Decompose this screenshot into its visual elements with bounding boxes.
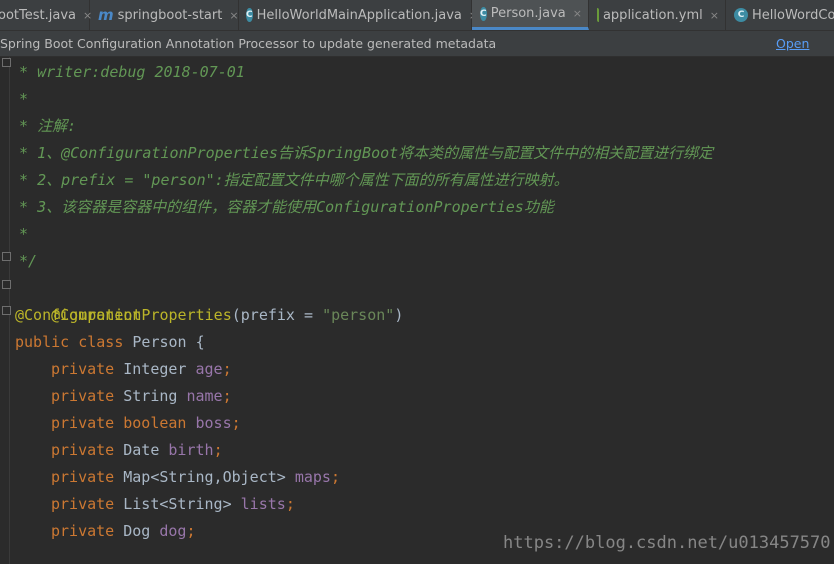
editor-tab-bar: ootTest.java × m springboot-start × C He… xyxy=(0,0,834,31)
field-type: Date xyxy=(114,441,169,459)
field-type-space xyxy=(186,414,195,432)
annotation-args-open: (prefix = xyxy=(231,306,323,324)
annotation-args-close: ) xyxy=(394,306,404,324)
tab-label: springboot-start xyxy=(117,7,223,23)
private-keyword: private xyxy=(51,468,115,486)
field-type: String xyxy=(114,387,187,405)
public-class-keyword: public class xyxy=(15,333,124,351)
tab-springboot-start[interactable]: m springboot-start × xyxy=(90,0,239,30)
field-name: birth xyxy=(168,441,214,459)
code-line-field: private boolean boss; xyxy=(51,410,241,437)
close-icon[interactable]: × xyxy=(229,9,238,22)
tab-application-yml[interactable]: application.yml × xyxy=(589,0,726,30)
notification-message: Spring Boot Configuration Annotation Pro… xyxy=(0,36,497,51)
tab-label: Person.java xyxy=(490,6,566,21)
private-keyword: private xyxy=(51,495,115,513)
field-type: Integer xyxy=(114,360,196,378)
watermark-url: https://blog.csdn.net/u013457570 xyxy=(503,533,831,553)
code-line-comment: * 3、该容器是容器中的组件，容器才能使用ConfigurationProper… xyxy=(10,198,554,216)
tab-person-java[interactable]: C Person.java × xyxy=(472,0,589,30)
field-type: Dog xyxy=(114,522,160,540)
tab-label: HelloWorldMainApplication.java xyxy=(256,7,462,23)
code-line-field: private Integer age; xyxy=(51,356,232,383)
field-type-space xyxy=(114,414,123,432)
code-line-field: private Map<String,Object> maps; xyxy=(51,464,340,491)
class-name: Person { xyxy=(123,333,205,351)
fold-marker[interactable] xyxy=(2,280,11,289)
code-line-comment: * writer:debug 2018-07-01 xyxy=(10,63,245,81)
class-icon: C xyxy=(734,8,748,22)
field-name: lists xyxy=(240,495,286,513)
field-name: boss xyxy=(195,414,232,432)
class-icon: C xyxy=(246,8,253,22)
code-line-field: private String name; xyxy=(51,383,232,410)
tab-hellowordcon[interactable]: C HelloWordCon xyxy=(726,0,834,30)
field-type: Map<String,Object> xyxy=(114,468,295,486)
class-icon: C xyxy=(480,6,487,21)
tab-label: HelloWordCon xyxy=(752,7,834,23)
boolean-keyword: boolean xyxy=(123,414,187,432)
code-line-comment: * xyxy=(10,225,29,243)
semicolon: ; xyxy=(186,522,196,540)
private-keyword: private xyxy=(51,387,115,405)
tab-boottest[interactable]: ootTest.java × xyxy=(0,0,92,30)
code-line-annotation: @ConfigurationProperties(prefix = "perso… xyxy=(15,302,403,329)
code-line-comment: * 注解: xyxy=(10,117,77,135)
code-line-comment: * 2、prefix = "person":指定配置文件中哪个属性下面的所有属性… xyxy=(10,171,569,189)
semicolon: ; xyxy=(330,468,340,486)
close-icon[interactable]: × xyxy=(573,7,582,20)
semicolon: ; xyxy=(231,414,241,432)
code-line-field: private Dog dog; xyxy=(51,518,196,545)
annotation-configuration-properties: @ConfigurationProperties xyxy=(15,306,232,324)
field-name: dog xyxy=(159,522,187,540)
close-icon[interactable]: × xyxy=(710,9,719,22)
code-line-field: private List<String> lists; xyxy=(51,491,295,518)
private-keyword: private xyxy=(51,441,115,459)
tab-helloworld-main-application[interactable]: C HelloWorldMainApplication.java × xyxy=(239,0,478,30)
code-line-field: private Date birth; xyxy=(51,437,223,464)
field-name: maps xyxy=(294,468,331,486)
field-type: List<String> xyxy=(114,495,241,513)
semicolon: ; xyxy=(285,495,295,513)
semicolon: ; xyxy=(222,387,232,405)
semicolon: ; xyxy=(222,360,232,378)
prefix-string: "person" xyxy=(322,306,395,324)
field-name: name xyxy=(186,387,223,405)
tab-label: ootTest.java xyxy=(0,7,76,23)
maven-icon: m xyxy=(98,6,114,24)
code-line-comment: * 1、@ConfigurationProperties告诉SpringBoot… xyxy=(10,144,714,162)
semicolon: ; xyxy=(213,441,223,459)
code-editor[interactable]: * writer:debug 2018-07-01 * * 注解: * 1、@C… xyxy=(0,57,834,564)
code-line-annotation: @Component xyxy=(15,275,141,324)
spring-icon xyxy=(597,8,599,22)
field-name: age xyxy=(195,360,223,378)
private-keyword: private xyxy=(51,522,115,540)
notification-bar: Spring Boot Configuration Annotation Pro… xyxy=(0,31,834,76)
code-line-comment: * xyxy=(10,90,29,108)
private-keyword: private xyxy=(51,414,115,432)
fold-marker[interactable] xyxy=(2,306,11,315)
code-line-comment: */ xyxy=(10,252,38,270)
private-keyword: private xyxy=(51,360,115,378)
code-line-class-declaration: public class Person { xyxy=(15,329,205,356)
tab-label: application.yml xyxy=(602,7,703,23)
